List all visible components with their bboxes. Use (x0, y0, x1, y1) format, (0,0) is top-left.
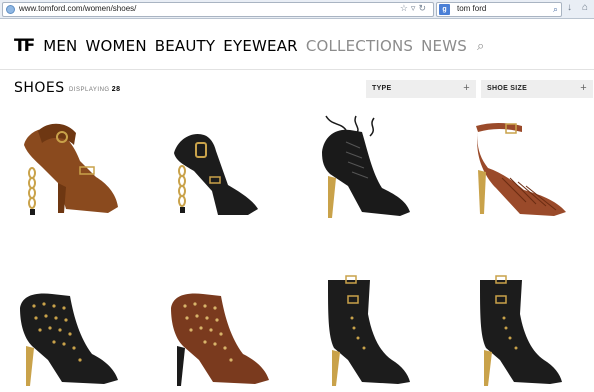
download-icon[interactable]: ↓ (567, 2, 572, 13)
search-bar[interactable]: g tom ford ⌕ (436, 2, 562, 17)
result-count: DISPLAYING 28 (69, 86, 121, 93)
bookmark-star-icon[interactable]: ☆▿↻ (400, 3, 429, 14)
divider (0, 69, 594, 70)
product-image[interactable] (18, 115, 128, 220)
google-icon[interactable]: g (439, 4, 450, 15)
product-image[interactable] (470, 274, 570, 388)
product-image[interactable] (316, 112, 416, 222)
plus-icon: + (580, 82, 587, 94)
plus-icon: + (463, 82, 470, 94)
page-title: SHOES (14, 80, 65, 96)
filter-type-label: TYPE (372, 85, 392, 92)
filter-shoe-size[interactable]: SHOE SIZE + (481, 80, 593, 98)
address-bar-url[interactable]: www.tomford.com/women/shoes/ (19, 4, 136, 13)
nav-news[interactable]: NEWS (421, 37, 467, 55)
browser-toolbar: www.tomford.com/women/shoes/ ☆▿↻ g tom f… (0, 0, 594, 19)
main-nav: TF MEN WOMEN BEAUTY EYEWEAR COLLECTIONS … (14, 36, 484, 56)
nav-beauty[interactable]: BEAUTY (155, 37, 216, 55)
globe-icon (6, 5, 15, 14)
search-bar-text[interactable]: tom ford (457, 4, 486, 13)
address-bar[interactable]: www.tomford.com/women/shoes/ ☆▿↻ (2, 2, 434, 17)
home-icon[interactable]: ⌂ (582, 2, 588, 13)
product-image[interactable] (168, 125, 278, 220)
search-icon[interactable]: ⌕ (477, 39, 484, 54)
product-image[interactable] (165, 288, 275, 388)
product-image[interactable] (14, 288, 124, 388)
nav-men[interactable]: MEN (43, 37, 77, 55)
product-image[interactable] (466, 118, 576, 218)
filter-shoe-size-label: SHOE SIZE (487, 85, 528, 92)
filter-type[interactable]: TYPE + (366, 80, 476, 98)
nav-women[interactable]: WOMEN (85, 37, 146, 55)
nav-eyewear[interactable]: EYEWEAR (223, 37, 298, 55)
result-count-value: 28 (111, 86, 121, 93)
product-image[interactable] (318, 274, 418, 388)
search-icon[interactable]: ⌕ (553, 4, 558, 15)
logo[interactable]: TF (14, 36, 35, 56)
nav-collections[interactable]: COLLECTIONS (306, 37, 413, 55)
result-count-label: DISPLAYING (69, 87, 110, 93)
